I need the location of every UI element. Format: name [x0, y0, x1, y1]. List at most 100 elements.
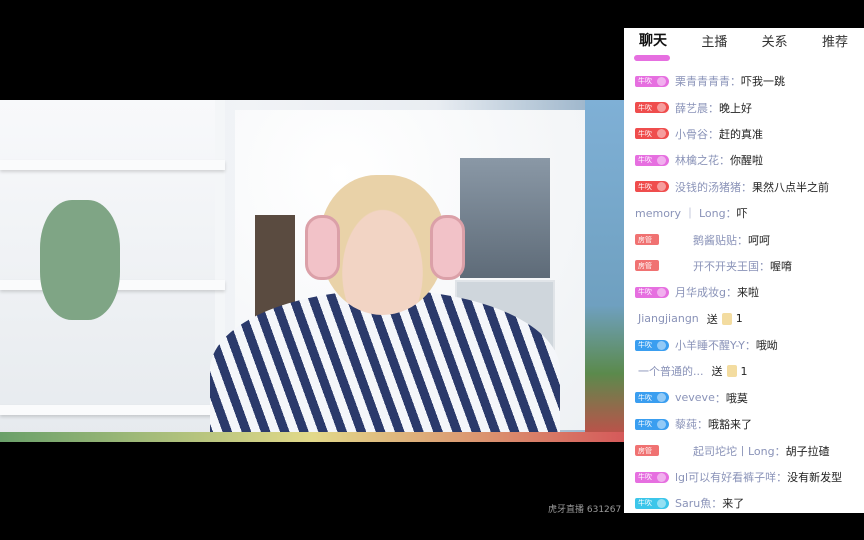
- separator: ：: [730, 75, 741, 89]
- fan-badge[interactable]: 牛吹: [635, 471, 669, 483]
- badge-label: 房管: [638, 446, 652, 455]
- side-decoration: [585, 100, 624, 442]
- message-text: 呵呵: [748, 233, 770, 247]
- sender-name[interactable]: Saru魚: [675, 495, 711, 511]
- sender-name[interactable]: 栗青青青青: [675, 73, 730, 89]
- admin-badge[interactable]: 房管: [635, 445, 659, 457]
- separator: ：: [737, 233, 748, 247]
- chat-message: 房管 起司坨坨丨Long：胡子拉碴: [624, 437, 864, 463]
- tab-chat[interactable]: 聊天: [639, 30, 667, 50]
- message-text: 你醒啦: [730, 154, 763, 168]
- badge-label: 牛吹: [638, 156, 652, 165]
- level-icon: [657, 155, 666, 165]
- chat-message: 牛吹 林檎之花：你醒啦: [624, 147, 864, 173]
- chat-message: 牛吹 小羊睡不醒Y-Y：哦呦: [624, 332, 864, 358]
- plush-toy: [40, 200, 120, 320]
- separator: ：: [744, 339, 756, 353]
- gift-count: 1: [740, 364, 748, 378]
- sender-name[interactable]: 薛艺晨: [675, 100, 708, 116]
- sender-name[interactable]: 一个普通的...: [638, 363, 704, 379]
- fan-badge[interactable]: 牛吹: [635, 497, 669, 509]
- fan-badge[interactable]: 牛吹: [635, 128, 669, 140]
- level-icon: [657, 472, 666, 482]
- level-icon: [657, 287, 666, 297]
- chat-message: 房管 鹅酱贴贴：呵呵: [624, 226, 864, 252]
- level-icon: [657, 419, 666, 429]
- chat-message: 牛吹 藜莼：哦豁来了: [624, 411, 864, 437]
- badge-label: 牛吹: [638, 420, 652, 429]
- chat-message: 牛吹 没钱的汤猪猪：果然八点半之前: [624, 174, 864, 200]
- badge-label: 牛吹: [638, 103, 652, 112]
- stream-video[interactable]: [0, 100, 624, 442]
- fan-badge[interactable]: 牛吹: [635, 181, 669, 193]
- badge-label: 房管: [638, 235, 652, 244]
- badge-label: 牛吹: [638, 499, 652, 508]
- message-text: 没有新发型: [787, 471, 843, 485]
- separator: ：: [725, 207, 737, 221]
- separator: ：: [714, 391, 726, 405]
- sender-name[interactable]: 没钱的汤猪猪: [675, 179, 741, 195]
- level-icon: [657, 393, 666, 403]
- fan-badge[interactable]: 牛吹: [635, 286, 669, 298]
- fan-badge[interactable]: 牛吹: [635, 102, 669, 114]
- sender-name[interactable]: 月华成妆g: [675, 284, 726, 300]
- sender-name[interactable]: 小骨谷: [675, 126, 708, 142]
- gift-action: 送: [706, 312, 718, 326]
- chat-message: 牛吹 veveve：哦莫: [624, 385, 864, 411]
- fan-badge[interactable]: 牛吹: [635, 418, 669, 430]
- level-icon: [657, 498, 666, 508]
- separator: ：: [774, 444, 786, 458]
- badge-label: 房管: [638, 261, 652, 270]
- tab-recommend[interactable]: 推荐: [822, 31, 848, 50]
- admin-badge[interactable]: 房管: [635, 260, 659, 272]
- badge-label: 牛吹: [638, 288, 652, 297]
- message-text: 哦莫: [725, 391, 748, 405]
- fan-badge[interactable]: 牛吹: [635, 339, 669, 351]
- message-text: 来了: [722, 497, 745, 511]
- chat-message: 一个普通的... 送 1: [624, 358, 864, 384]
- poster: [460, 158, 550, 278]
- message-text: 果然八点半之前: [752, 180, 829, 194]
- sender-name[interactable]: lgl可以有好看裤子咩: [675, 469, 776, 485]
- admin-badge[interactable]: 房管: [635, 234, 659, 246]
- badge-label: 牛吹: [638, 341, 652, 350]
- sender-name[interactable]: 鹅酱贴贴: [693, 232, 737, 248]
- sender-name[interactable]: 藜莼: [675, 416, 697, 432]
- separator: ：: [708, 127, 719, 141]
- level-icon: [657, 129, 666, 139]
- separator: ：: [719, 154, 730, 168]
- fan-badge[interactable]: 牛吹: [635, 392, 669, 404]
- watermark: 虎牙直播 631267: [548, 505, 622, 515]
- badge-label: 牛吹: [638, 393, 652, 402]
- tab-anchor[interactable]: 主播: [701, 31, 727, 50]
- message-text: 晚上好: [719, 101, 752, 115]
- sender-name[interactable]: 开不开夹王国: [693, 258, 759, 274]
- message-text: 哦呦: [755, 339, 778, 353]
- gift-icon: [721, 312, 732, 325]
- message-text: 赶的真准: [719, 127, 763, 141]
- separator: ：: [776, 471, 788, 485]
- badge-label: 牛吹: [638, 473, 652, 482]
- message-text: 喔唷: [770, 259, 792, 273]
- sender-name[interactable]: 林檎之花: [675, 152, 719, 168]
- fan-badge[interactable]: 牛吹: [635, 75, 669, 87]
- chat-message: 牛吹 Saru魚：来了: [624, 490, 864, 513]
- chat-message: memory ｜ Long：吓: [624, 200, 864, 226]
- sender-name[interactable]: Jiangjiangn: [638, 312, 699, 325]
- tab-relations[interactable]: 关系: [762, 31, 788, 50]
- sender-name[interactable]: veveve: [675, 391, 715, 404]
- sender-name[interactable]: memory ｜ Long: [635, 205, 726, 221]
- clipped-badge: [634, 55, 670, 61]
- separator: ：: [711, 497, 723, 511]
- level-icon: [657, 103, 666, 113]
- message-text: 哦豁来了: [708, 418, 752, 432]
- chat-tabs: 聊天 主播 关系 推荐: [624, 28, 864, 52]
- headphone-right: [430, 215, 465, 280]
- sender-name[interactable]: 起司坨坨丨Long: [693, 443, 775, 459]
- fan-badge[interactable]: 牛吹: [635, 154, 669, 166]
- badge-label: 牛吹: [638, 77, 652, 86]
- chat-message-list[interactable]: 牛吹 栗青青青青：吓我一跳 牛吹 薛艺晨：晚上好 牛吹 小骨谷：赶的真准 牛吹 林檎之花：你醒…: [624, 68, 864, 513]
- message-text: 吓我一跳: [741, 75, 785, 89]
- sender-name[interactable]: 小羊睡不醒Y-Y: [675, 337, 745, 353]
- separator: ：: [708, 101, 719, 115]
